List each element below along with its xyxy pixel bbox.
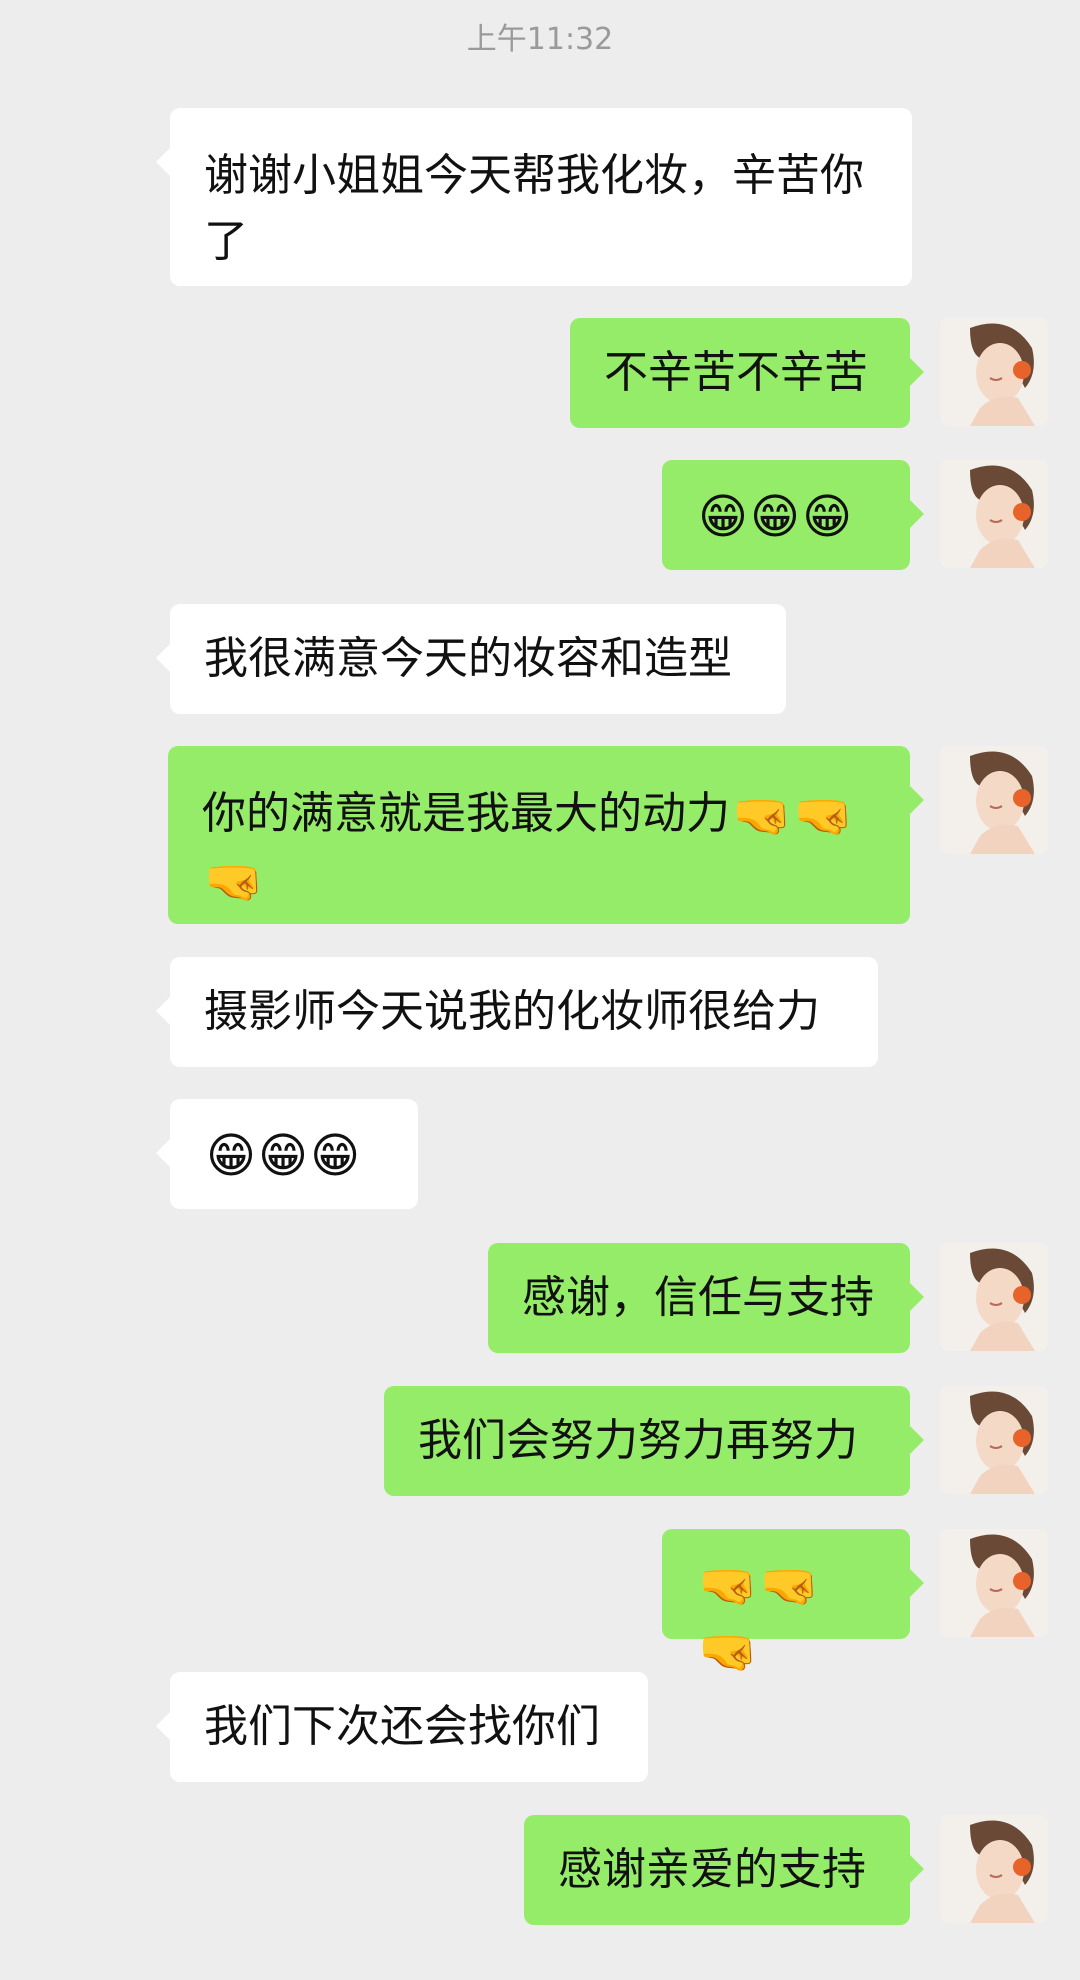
avatar-image [940, 1815, 1048, 1923]
message-text: 不辛苦不辛苦 [604, 347, 868, 398]
user-avatar[interactable] [940, 318, 1048, 426]
message-text: 我们会努力努力再努力 [418, 1415, 858, 1466]
avatar-image [940, 318, 1048, 426]
user-avatar[interactable] [940, 1529, 1048, 1637]
message-text: 我很满意今天的妆容和造型 [204, 633, 732, 684]
avatar-image [940, 1243, 1048, 1351]
avatar-image [940, 746, 1048, 854]
message-text: 谢谢小姐姐今天帮我化妆，辛苦你了 [204, 150, 864, 267]
avatar-image [940, 1386, 1048, 1494]
user-avatar[interactable] [940, 1243, 1048, 1351]
message-text: 你的满意就是我最大的动力 [202, 788, 730, 839]
fighting-face-icon: 🤜 [732, 788, 792, 844]
grinning-face-icon: 😁 [750, 489, 801, 545]
grinning-face-icon: 😁 [310, 1128, 361, 1184]
message-bubble-incoming[interactable]: 摄影师今天说我的化妆师很给力 [156, 957, 878, 1067]
message-bubble-outgoing[interactable]: 感谢，信任与支持 [488, 1243, 924, 1353]
user-avatar[interactable] [940, 1386, 1048, 1494]
message-bubble-outgoing[interactable]: 🤜🤜🤜 [662, 1529, 924, 1680]
grinning-face-icon: 😁 [802, 489, 853, 545]
fighting-face-icon: 🤜 [204, 854, 264, 910]
user-avatar[interactable] [940, 746, 1048, 854]
message-bubble-incoming[interactable]: 我们下次还会找你们 [156, 1672, 648, 1782]
message-text: 感谢，信任与支持 [522, 1272, 874, 1323]
grinning-face-icon: 😁 [258, 1128, 309, 1184]
message-text: 摄影师今天说我的化妆师很给力 [204, 986, 820, 1037]
chat-timestamp: 上午11:32 [466, 22, 614, 57]
message-text: 感谢亲爱的支持 [558, 1844, 866, 1895]
grinning-face-icon: 😁 [698, 489, 749, 545]
message-bubble-outgoing[interactable]: 你的满意就是我最大的动力🤜🤜🤜 [168, 746, 924, 924]
message-bubble-outgoing[interactable]: 我们会努力努力再努力 [384, 1386, 924, 1496]
fighting-face-icon: 🤜 [698, 1558, 758, 1614]
avatar-image [940, 1529, 1048, 1637]
fighting-face-icon: 🤜 [759, 1558, 820, 1614]
message-bubble-outgoing[interactable]: 不辛苦不辛苦 [570, 318, 924, 428]
message-bubble-incoming[interactable]: 😁😁😁 [156, 1099, 418, 1209]
message-bubble-incoming[interactable]: 我很满意今天的妆容和造型 [156, 604, 786, 714]
message-text: 我们下次还会找你们 [204, 1701, 600, 1752]
user-avatar[interactable] [940, 1815, 1048, 1923]
message-bubble-outgoing[interactable]: 感谢亲爱的支持 [524, 1815, 924, 1925]
fighting-face-icon: 🤜 [793, 788, 854, 844]
user-avatar[interactable] [940, 460, 1048, 568]
grinning-face-icon: 😁 [206, 1128, 257, 1184]
message-bubble-outgoing[interactable]: 😁😁😁 [662, 460, 924, 570]
message-bubble-incoming[interactable]: 谢谢小姐姐今天帮我化妆，辛苦你了 [156, 108, 912, 286]
avatar-image [940, 460, 1048, 568]
fighting-face-icon: 🤜 [698, 1624, 758, 1680]
